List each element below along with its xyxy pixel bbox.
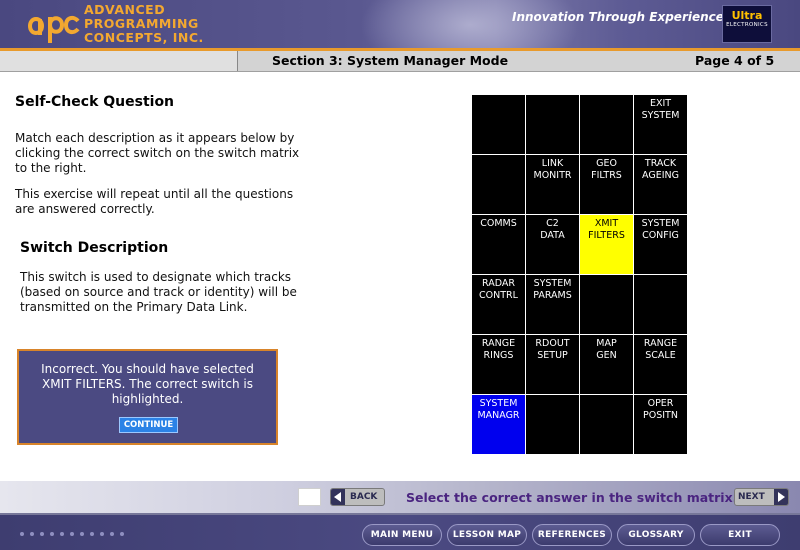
references-button[interactable]: REFERENCES [532,524,612,546]
switch-c2-data[interactable]: C2 DATA [526,215,579,274]
feedback-box: Incorrect. You should have selected XMIT… [17,349,278,445]
switch-r1-c2[interactable] [526,95,579,154]
switch-xmit-filters[interactable]: XMIT FILTERS [580,215,633,274]
switch-map-gen[interactable]: MAP GEN [580,335,633,394]
tagline: Innovation Through Experience [512,10,724,24]
switch-r6-c2[interactable] [526,395,579,454]
switch-matrix: EXIT SYSTEM LINK MONITR GEO FILTRS TRACK… [471,95,687,455]
switch-r4-c3[interactable] [580,275,633,334]
switch-comms[interactable]: COMMS [472,215,525,274]
question-heading: Self-Check Question [15,94,175,110]
apc-logo-icon [28,15,80,43]
page-indicator: Page 4 of 5 [695,53,775,68]
switch-r6-c3[interactable] [580,395,633,454]
nav-blank-box [298,488,321,506]
switch-system-config[interactable]: SYSTEM CONFIG [634,215,687,274]
switch-r4-c4[interactable] [634,275,687,334]
switch-geo-filtrs[interactable]: GEO FILTRS [580,155,633,214]
ultra-logo-main: Ultra [731,9,763,22]
footer-bar: MAIN MENU LESSON MAP REFERENCES GLOSSARY… [0,513,800,550]
switch-system-managr[interactable]: SYSTEM MANAGR [472,395,525,454]
switch-r2-c1[interactable] [472,155,525,214]
switch-description-heading: Switch Description [20,240,169,256]
section-bar-left-block [0,51,238,71]
company-name-line-3: CONCEPTS, INC. [84,30,204,45]
lesson-map-button[interactable]: LESSON MAP [447,524,527,546]
switch-range-scale[interactable]: RANGE SCALE [634,335,687,394]
feedback-message: Incorrect. You should have selected XMIT… [41,362,254,406]
app-header: ADVANCED PROGRAMMING CONCEPTS, INC. Inno… [0,0,800,50]
footer-dots-decoration [20,532,124,536]
switch-system-params[interactable]: SYSTEM PARAMS [526,275,579,334]
switch-track-ageing[interactable]: TRACK AGEING [634,155,687,214]
switch-rdout-setup[interactable]: RDOUT SETUP [526,335,579,394]
switch-r1-c1[interactable] [472,95,525,154]
company-name: ADVANCED PROGRAMMING CONCEPTS, INC. [84,3,234,45]
instruction-text: Match each description as it appears bel… [15,131,300,175]
back-arrow-icon [331,489,345,505]
switch-range-rings[interactable]: RANGE RINGS [472,335,525,394]
glossary-button[interactable]: GLOSSARY [617,524,695,546]
back-button[interactable]: BACK [330,488,385,506]
nav-instruction: Select the correct answer in the switch … [406,490,738,505]
ultra-logo-sub: ELECTRONICS [726,22,768,28]
next-button-label: NEXT [738,492,765,502]
company-name-line-1: ADVANCED [84,2,166,17]
exit-button[interactable]: EXIT [700,524,780,546]
company-name-line-2: PROGRAMMING [84,16,199,31]
switch-exit-system[interactable]: EXIT SYSTEM [634,95,687,154]
switch-link-monitr[interactable]: LINK MONITR [526,155,579,214]
navigation-bar: BACK Select the correct answer in the sw… [0,481,800,513]
switch-description-text: This switch is used to designate which t… [20,270,297,314]
repeat-note-text: This exercise will repeat until all the … [15,187,294,216]
ultra-electronics-logo: Ultra ELECTRONICS [722,5,772,43]
switch-r1-c3[interactable] [580,95,633,154]
back-button-label: BACK [350,492,378,502]
next-button[interactable]: NEXT [734,488,789,506]
switch-radar-contrl[interactable]: RADAR CONTRL [472,275,525,334]
next-arrow-icon [774,489,788,505]
main-menu-button[interactable]: MAIN MENU [362,524,442,546]
header-swoosh-decoration [360,0,580,50]
switch-oper-positn[interactable]: OPER POSITN [634,395,687,454]
section-title: Section 3: System Manager Mode [272,53,509,68]
continue-button[interactable]: CONTINUE [119,417,178,433]
section-bar: Section 3: System Manager Mode Page 4 of… [0,51,800,72]
